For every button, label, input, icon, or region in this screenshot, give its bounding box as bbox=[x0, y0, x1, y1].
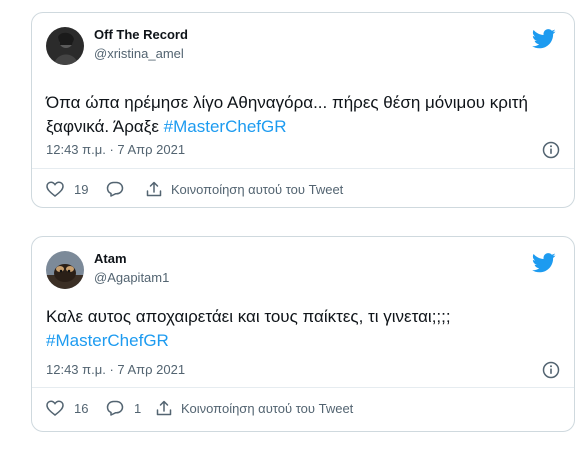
avatar[interactable] bbox=[46, 251, 84, 289]
tweet-timestamp[interactable]: 12:43 π.μ. · 7 Απρ 2021 bbox=[46, 142, 185, 157]
tweet-text: Όπα ώπα ηρέμησε λίγο Αθηναγόρα... πήρες … bbox=[46, 93, 528, 136]
reply-button[interactable] bbox=[106, 181, 146, 197]
share-button[interactable]: Κοινοποίηση αυτού του Tweet bbox=[146, 181, 343, 197]
author-handle[interactable]: @xristina_amel bbox=[94, 46, 184, 61]
info-icon[interactable] bbox=[542, 361, 560, 379]
hashtag-link[interactable]: #MasterChefGR bbox=[164, 117, 287, 136]
twitter-bird-icon[interactable] bbox=[532, 253, 556, 273]
heart-icon bbox=[46, 400, 64, 416]
share-button[interactable]: Κοινοποίηση αυτού του Tweet bbox=[156, 400, 353, 416]
tweet-actions: 16 1 Κοινοποίηση αυτού του Tweet bbox=[46, 400, 560, 416]
share-label: Κοινοποίηση αυτού του Tweet bbox=[171, 181, 344, 197]
hashtag-link[interactable]: #MasterChefGR bbox=[46, 331, 169, 350]
reply-icon bbox=[106, 400, 124, 416]
like-button[interactable]: 19 bbox=[46, 181, 106, 197]
tweet-card[interactable]: Off The Record @xristina_amel Όπα ώπα ηρ… bbox=[31, 12, 575, 208]
twitter-bird-icon[interactable] bbox=[532, 29, 556, 49]
author-name[interactable]: Atam bbox=[94, 251, 127, 266]
reply-button[interactable]: 1 bbox=[106, 400, 156, 416]
like-count: 19 bbox=[74, 181, 89, 197]
tweet-timestamp[interactable]: 12:43 π.μ. · 7 Απρ 2021 bbox=[46, 362, 185, 377]
tweet-card[interactable]: Atam @Agapitam1 Καλε αυτος αποχαιρετάει … bbox=[31, 236, 575, 432]
heart-icon bbox=[46, 181, 64, 197]
author-name[interactable]: Off The Record bbox=[94, 27, 188, 42]
info-icon[interactable] bbox=[542, 141, 560, 159]
divider bbox=[32, 168, 574, 169]
author-handle[interactable]: @Agapitam1 bbox=[94, 270, 169, 285]
share-icon bbox=[146, 181, 162, 197]
divider bbox=[32, 387, 574, 388]
share-icon bbox=[156, 400, 172, 416]
avatar[interactable] bbox=[46, 27, 84, 65]
like-count: 16 bbox=[74, 400, 89, 416]
like-button[interactable]: 16 bbox=[46, 400, 106, 416]
reply-count: 1 bbox=[134, 400, 142, 416]
tweet-actions: 19 Κοινοποίηση αυτού του Tweet bbox=[46, 181, 560, 197]
tweet-text: Καλε αυτος αποχαιρετάει και τους παίκτες… bbox=[46, 307, 451, 350]
reply-icon bbox=[106, 181, 124, 197]
share-label: Κοινοποίηση αυτού του Tweet bbox=[181, 400, 354, 416]
